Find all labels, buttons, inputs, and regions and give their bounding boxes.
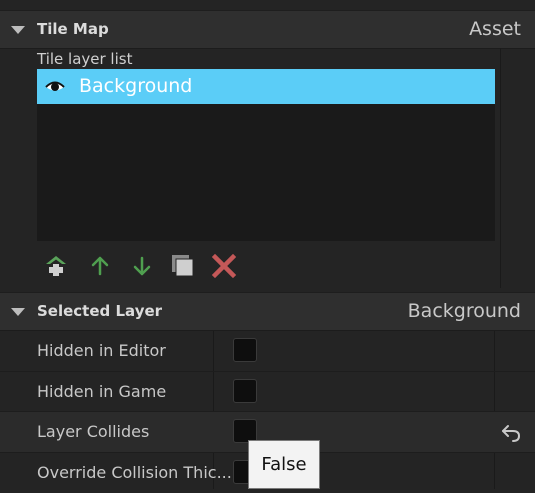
hidden-in-editor-checkbox[interactable] (233, 338, 257, 362)
layer-row[interactable]: Background (37, 69, 495, 104)
property-label: Layer Collides (37, 422, 150, 441)
collapse-triangle-icon[interactable] (11, 308, 25, 316)
hidden-in-game-checkbox[interactable] (233, 379, 257, 403)
property-label: Override Collision Thic... (37, 463, 232, 482)
section-title: Selected Layer (37, 302, 163, 320)
panel-divider (500, 48, 501, 288)
add-layer-icon[interactable] (43, 253, 69, 279)
tooltip: False (248, 440, 320, 489)
arrow-down-icon[interactable] (129, 253, 155, 279)
property-row-hidden-in-game: Hidden in Game (0, 372, 535, 412)
layer-list-label: Tile layer list (37, 50, 133, 68)
property-label: Hidden in Editor (37, 341, 166, 360)
collapse-triangle-icon[interactable] (11, 26, 25, 34)
property-label: Hidden in Game (37, 382, 167, 401)
tile-map-section-header[interactable]: Tile Map Asset (0, 10, 535, 49)
section-category: Asset (469, 18, 521, 40)
property-row-hidden-in-editor: Hidden in Editor (0, 331, 535, 371)
reset-to-default-icon[interactable] (500, 422, 522, 444)
arrow-up-icon[interactable] (87, 253, 113, 279)
selected-layer-name: Background (407, 300, 521, 322)
section-title: Tile Map (37, 20, 109, 38)
layer-name: Background (79, 75, 193, 97)
selected-layer-section-header[interactable]: Selected Layer Background (0, 292, 535, 331)
eye-icon[interactable] (45, 77, 65, 97)
delete-icon[interactable] (211, 253, 237, 279)
tile-layer-list[interactable]: Background (37, 69, 495, 241)
duplicate-icon[interactable] (170, 253, 196, 279)
